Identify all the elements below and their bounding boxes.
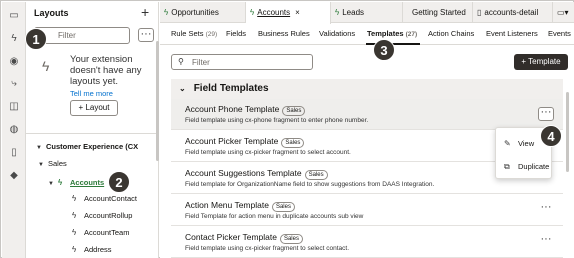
- tag-badge: Sales: [282, 106, 306, 116]
- templates-search-input[interactable]: Filter: [171, 54, 313, 70]
- template-description: Field template using cx-picker fragment …: [185, 245, 350, 252]
- table-row[interactable]: Account Phone Template Sales Field templa…: [171, 99, 563, 130]
- object-icon: ϟ: [58, 178, 63, 187]
- tree-item[interactable]: ϟ AccountRollup: [72, 211, 132, 220]
- section-header[interactable]: ⌄ Field Templates: [171, 79, 563, 99]
- app-window: ▭ ϟ ◉ ⤷ ◫ ◍ ▯ ◆ Layouts + Filter ··· ϟ Y…: [0, 0, 574, 258]
- bolt-icon[interactable]: ϟ: [8, 33, 20, 45]
- tab-rule-sets[interactable]: Rule Sets (29): [171, 29, 217, 38]
- tab-overflow-icon[interactable]: ▭▾: [553, 2, 574, 23]
- row-actions-button[interactable]: ···: [538, 202, 554, 217]
- left-icon-rail: ▭ ϟ ◉ ⤷ ◫ ◍ ▯ ◆: [2, 2, 26, 258]
- tab-accounts-detail[interactable]: ▯ accounts-detail: [473, 2, 553, 23]
- panel-title: Layouts: [34, 8, 69, 18]
- tab-accounts[interactable]: ϟ Accounts ×: [246, 2, 331, 24]
- tab-bar: ϟ Opportunities ϟ Accounts × ϟ Leads Getting…: [160, 2, 574, 24]
- event-icon[interactable]: ◫: [8, 101, 20, 113]
- tell-me-more-link[interactable]: Tell me more: [70, 89, 113, 98]
- template-name: Account Suggestions Template: [185, 168, 302, 178]
- template-description: Field template using cx-phone fragment t…: [185, 117, 369, 124]
- tree-item[interactable]: ▼ Sales: [38, 159, 67, 168]
- menu-item-duplicate[interactable]: ⧉ Duplicate: [504, 162, 549, 172]
- add-icon[interactable]: +: [141, 4, 149, 20]
- globe-icon[interactable]: ◍: [8, 124, 20, 136]
- close-icon[interactable]: ×: [295, 8, 300, 17]
- pencil-icon: ✎: [504, 139, 511, 148]
- table-row[interactable]: Action Menu Template Sales Field Template…: [171, 195, 563, 226]
- bolt-icon: ϟ: [72, 245, 77, 254]
- copy-icon: ⧉: [504, 162, 510, 171]
- add-template-button[interactable]: + Template: [514, 54, 568, 70]
- callout-badge: 4: [540, 125, 562, 147]
- scrollbar[interactable]: [566, 92, 569, 172]
- tree-item-accounts[interactable]: ▼ ϟ Accounts: [48, 178, 104, 187]
- tab-validations[interactable]: Validations: [319, 29, 355, 38]
- callout-badge: 1: [25, 28, 47, 50]
- template-name: Account Picker Template: [185, 136, 279, 146]
- caret-down-icon: ▼: [38, 162, 44, 168]
- empty-message: Your extension doesn't have any layouts …: [70, 54, 142, 87]
- add-layout-button[interactable]: + Layout: [70, 100, 118, 116]
- tree-item[interactable]: ϟ Address: [72, 245, 112, 254]
- monitor-icon[interactable]: ▭: [8, 10, 20, 22]
- tab-getting-started[interactable]: Getting Started: [403, 2, 473, 23]
- tag-badge: Sales: [271, 202, 295, 212]
- row-actions-button[interactable]: ···: [538, 107, 554, 121]
- chevron-down-icon: ⌄: [179, 84, 186, 93]
- tab-opportunities[interactable]: ϟ Opportunities: [160, 2, 246, 23]
- template-name: Action Menu Template: [185, 200, 269, 210]
- row-actions-button[interactable]: ···: [538, 234, 554, 249]
- tab-business-rules[interactable]: Business Rules: [258, 29, 310, 38]
- tab-leads[interactable]: ϟ Leads: [331, 2, 403, 23]
- flow-icon[interactable]: ⤷: [8, 78, 20, 90]
- divider: [26, 133, 158, 134]
- tag-badge: Sales: [279, 234, 303, 244]
- caret-down-icon: ▼: [48, 181, 54, 187]
- bolt-icon: ϟ: [42, 58, 50, 74]
- settings-icon[interactable]: ◆: [8, 170, 20, 182]
- extension-icon[interactable]: ◉: [8, 56, 20, 68]
- layouts-filter-input[interactable]: Filter: [34, 27, 130, 44]
- document-icon: ▯: [477, 8, 482, 17]
- tree-item[interactable]: ▼ Customer Experience (CX: [36, 142, 138, 151]
- tag-badge: Sales: [281, 138, 305, 148]
- tab-templates[interactable]: Templates (27): [367, 29, 417, 38]
- tab-events[interactable]: Events: [548, 29, 571, 38]
- tab-event-listeners[interactable]: Event Listeners: [486, 29, 538, 38]
- tree-item[interactable]: ϟ AccountTeam: [72, 228, 129, 237]
- add-layout-label: Layout: [85, 103, 110, 112]
- caret-down-icon: ▼: [36, 145, 42, 151]
- bolt-icon: ϟ: [72, 194, 77, 203]
- tab-action-chains[interactable]: Action Chains: [428, 29, 474, 38]
- callout-badge: 2: [108, 171, 130, 193]
- tree-item[interactable]: ϟ AccountContact: [72, 194, 137, 203]
- template-description: Field template for OrganizationName fiel…: [185, 181, 435, 188]
- tab-fields[interactable]: Fields: [226, 29, 246, 38]
- object-icon: ϟ: [335, 8, 340, 17]
- callout-badge: 3: [373, 39, 395, 61]
- object-icon: ϟ: [250, 8, 255, 17]
- scrollbar[interactable]: [156, 41, 159, 161]
- table-row[interactable]: Contact Picker Template Sales Field templ…: [171, 227, 563, 258]
- template-description: Field template using cx-picker fragment …: [185, 149, 351, 156]
- bolt-icon: ϟ: [72, 228, 77, 237]
- template-name: Contact Picker Template: [185, 232, 277, 242]
- template-name: Account Phone Template: [185, 104, 280, 114]
- more-options-button[interactable]: ···: [138, 28, 154, 42]
- template-description: Field Template for action menu in duplic…: [185, 213, 364, 220]
- sub-navigation: Rule Sets (29) Fields Business Rules Val…: [160, 23, 574, 45]
- tag-badge: Sales: [304, 170, 328, 180]
- bolt-icon: ϟ: [72, 211, 77, 220]
- document-icon[interactable]: ▯: [8, 147, 20, 159]
- menu-item-view[interactable]: ✎ View: [504, 139, 534, 148]
- object-icon: ϟ: [164, 8, 169, 17]
- search-icon: ⚲: [178, 57, 184, 66]
